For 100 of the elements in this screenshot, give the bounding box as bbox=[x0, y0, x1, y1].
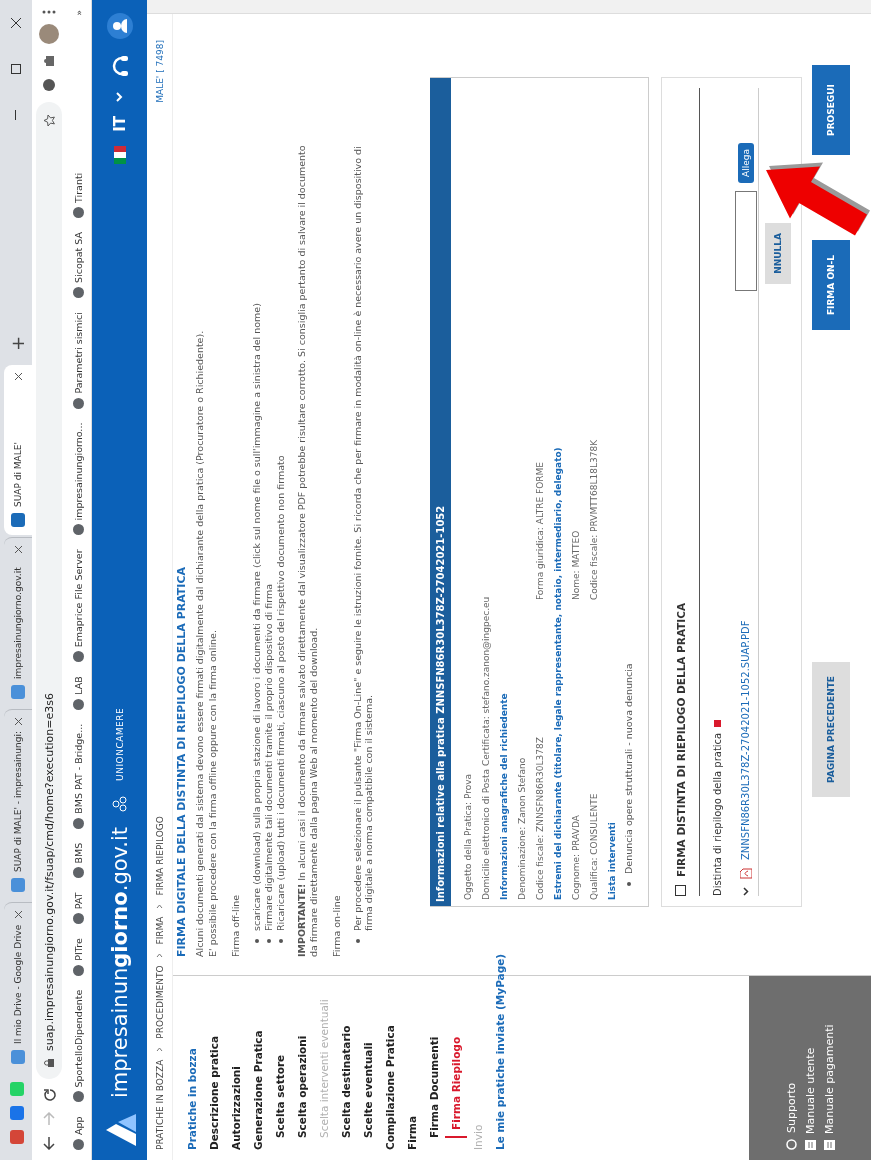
breadcrumb-link[interactable]: PROCEDIMENTO bbox=[154, 965, 165, 1039]
section-heading: Firma on-line bbox=[331, 894, 342, 957]
bookmark[interactable]: Emaprice File Server bbox=[73, 549, 84, 663]
info-field: Oggetto della Pratica: Prova bbox=[459, 600, 477, 900]
intervention-item: Denuncia opere strutturali - nuova denuncia bbox=[623, 663, 634, 874]
bullet-icon bbox=[627, 882, 631, 886]
chevron-right-icon bbox=[156, 903, 163, 909]
breadcrumb-link[interactable]: FIRMA bbox=[154, 916, 165, 945]
bookmark[interactable]: Tiranti bbox=[73, 172, 84, 218]
back-icon[interactable] bbox=[43, 1136, 55, 1150]
bullet-icon bbox=[356, 939, 360, 943]
cancel-button[interactable]: NNULLA bbox=[765, 223, 791, 284]
info-field: Codice fiscale: PRVMTT68L18L378K bbox=[585, 84, 603, 600]
document-label: Distinta di riepilogo della pratica bbox=[712, 732, 723, 896]
office-label: MALE' [ 7498] bbox=[154, 40, 165, 103]
document-icon bbox=[823, 1140, 835, 1150]
reload-icon[interactable] bbox=[42, 1089, 56, 1102]
bookmark[interactable]: PITre bbox=[73, 938, 84, 976]
action-button[interactable]: PROSEGUI bbox=[812, 65, 850, 155]
chat-icon bbox=[10, 1082, 24, 1096]
footer-link[interactable]: Supporto bbox=[784, 986, 798, 1150]
instruction-item: Ricaricare (upload) tutti i documenti firmati, ciascuno al posto del rispettivo documento non firmato bbox=[275, 455, 286, 931]
action-button[interactable]: FIRMA ON-L bbox=[812, 240, 850, 330]
info-field: Codice fiscale: ZNNSFN86R30L378Z bbox=[531, 600, 549, 900]
sidebar-item[interactable]: Scelta destinatario bbox=[335, 1025, 357, 1138]
site-icon bbox=[11, 513, 25, 528]
file-input[interactable] bbox=[734, 190, 757, 291]
instruction-item: Per procedere selezionare il pulsante "Firma On-Line" e seguire le istruzioni fornite. Si ricorda che per firmare in modalità on-line è necessario avere un dispositivo di firma digitale a norma compatibile con il sistema. bbox=[352, 145, 374, 931]
close-icon[interactable] bbox=[14, 911, 22, 918]
chevron-down-icon bbox=[116, 92, 123, 102]
sidebar-item[interactable]: Scelte eventuali bbox=[357, 1042, 379, 1138]
bookmark[interactable]: Parametri sismici bbox=[73, 312, 84, 409]
page-title: FIRMA DIGITALE DELLA DISTINTA DI RIEPILOGO DELLA PRATICA bbox=[175, 565, 188, 957]
partner-logo-icon bbox=[110, 794, 129, 813]
chevron-right-icon bbox=[156, 952, 163, 958]
info-panel-header: Informazioni relative alla pratica ZNNSFN86R30L378Z-27042021-1052 bbox=[430, 78, 451, 906]
bookmark[interactable]: LAB bbox=[73, 676, 84, 710]
close-icon[interactable] bbox=[14, 546, 22, 554]
bookmark[interactable]: impresainungiorno... bbox=[73, 422, 84, 536]
checkbox-label: FIRMA DISTINTA DI RIEPILOGO DELLA PRATICA bbox=[674, 602, 687, 877]
close-icon[interactable] bbox=[14, 373, 22, 381]
site-title: impresainungiorno.gov.it bbox=[107, 826, 132, 1098]
breadcrumb-link[interactable]: PRATICHE IN BOZZA bbox=[154, 1059, 165, 1150]
bookmark[interactable]: Sicopat SA bbox=[73, 232, 84, 298]
sidebar-item[interactable]: Firma bbox=[401, 1116, 423, 1150]
close-icon[interactable] bbox=[14, 718, 22, 726]
footer-link[interactable]: Manuale utente bbox=[803, 986, 817, 1150]
bookmark[interactable]: BMS bbox=[73, 842, 84, 879]
breadcrumb-link[interactable]: FIRMA RIEPILOGO bbox=[154, 816, 165, 896]
info-heading: Lista interventi bbox=[606, 821, 618, 900]
info-heading: Informazioni anagrafiche del richiedente bbox=[498, 692, 510, 900]
puzzle-icon[interactable] bbox=[42, 54, 56, 68]
chevron-right-icon bbox=[156, 1046, 163, 1052]
bullet-icon bbox=[279, 939, 283, 943]
chevron-down-icon[interactable] bbox=[742, 887, 749, 896]
sidebar-item[interactable]: Scelta operazioni bbox=[291, 1035, 313, 1138]
site-icon bbox=[11, 1050, 25, 1064]
profile-avatar[interactable] bbox=[39, 24, 59, 44]
instruction-item: scaricare (download) sulla propria stazione di lavoro i documenti da firmare (click sul nome file o sull'immagine a sinistra del nome) bbox=[251, 303, 262, 931]
site-icon bbox=[11, 878, 25, 892]
sidebar-item[interactable]: Compilazione Pratica bbox=[379, 1025, 401, 1150]
url-text: suap.impresainungiorno.gov.it/fsuap/cmd/home?execution=e3s6 bbox=[42, 693, 56, 1051]
sidebar-item[interactable]: Generazione Pratica bbox=[247, 1030, 269, 1150]
sidebar-item[interactable]: Le mie pratiche inviate (MyPage) bbox=[489, 953, 511, 1150]
pdf-icon bbox=[739, 868, 752, 879]
bookmark[interactable]: BMS PAT - Bridge... bbox=[73, 723, 84, 829]
sidebar-item[interactable]: Firma Riepilogo bbox=[445, 1036, 467, 1138]
sidebar-item[interactable]: Pratiche in bozza bbox=[181, 1048, 203, 1150]
section-heading: Firma off-line bbox=[230, 893, 241, 957]
flag-icon bbox=[113, 145, 126, 164]
bullet-icon bbox=[267, 939, 271, 943]
bookmark[interactable]: PAT bbox=[73, 892, 84, 925]
intro-text: Alcuni documenti generati dal sistema devono essere firmati digitalmente dal dichiarante della pratica (Procuratore o Richiedente). bbox=[194, 329, 206, 957]
new-tab-button[interactable]: + bbox=[7, 323, 32, 364]
file-link[interactable]: ZNNSFN86R30L378Z-27042021-1052.SUAP.PDF bbox=[740, 620, 751, 860]
partner-name: UNIONCAMERE bbox=[114, 707, 125, 781]
bullet-icon bbox=[255, 939, 259, 943]
mail-icon bbox=[10, 1130, 24, 1144]
star-icon[interactable] bbox=[42, 114, 56, 127]
attach-button[interactable]: Allega bbox=[737, 143, 754, 183]
address-bar[interactable]: suap.impresainungiorno.gov.it/fsuap/cmd/home?execution=e3s6 bbox=[36, 102, 62, 1079]
browser-tab[interactable]: SUAP di MALE' bbox=[4, 365, 32, 536]
language-selector[interactable]: IT bbox=[110, 116, 129, 132]
menu-icon[interactable] bbox=[42, 10, 56, 14]
sidebar-item[interactable]: Descrizione pratica bbox=[203, 1036, 225, 1150]
more-bookmarks[interactable]: » bbox=[73, 10, 84, 16]
info-field: Qualifica: CONSULENTE bbox=[585, 600, 603, 900]
action-button[interactable]: PAGINA PRECEDENTE bbox=[812, 662, 850, 797]
user-icon[interactable] bbox=[105, 12, 134, 40]
bookmark[interactable]: SportelloDipendente bbox=[73, 989, 84, 1103]
instruction-item: Firmare digitalmente tali documenti tramite il proprio dispositivo di firma bbox=[263, 584, 274, 931]
sheet-icon bbox=[10, 1106, 24, 1120]
info-field: Denominazione: Zanon Stefano bbox=[513, 600, 531, 900]
footer-link[interactable]: Manuale pagamenti bbox=[822, 986, 836, 1150]
sidebar-item[interactable]: Scelta settore bbox=[269, 1054, 291, 1138]
sidebar-item[interactable]: Autorizzazioni bbox=[225, 1066, 247, 1150]
bookmark[interactable]: App bbox=[73, 1116, 84, 1150]
checkbox[interactable] bbox=[675, 885, 686, 896]
site-icon bbox=[11, 685, 25, 700]
sidebar-item[interactable]: Firma Documenti bbox=[423, 1036, 445, 1138]
